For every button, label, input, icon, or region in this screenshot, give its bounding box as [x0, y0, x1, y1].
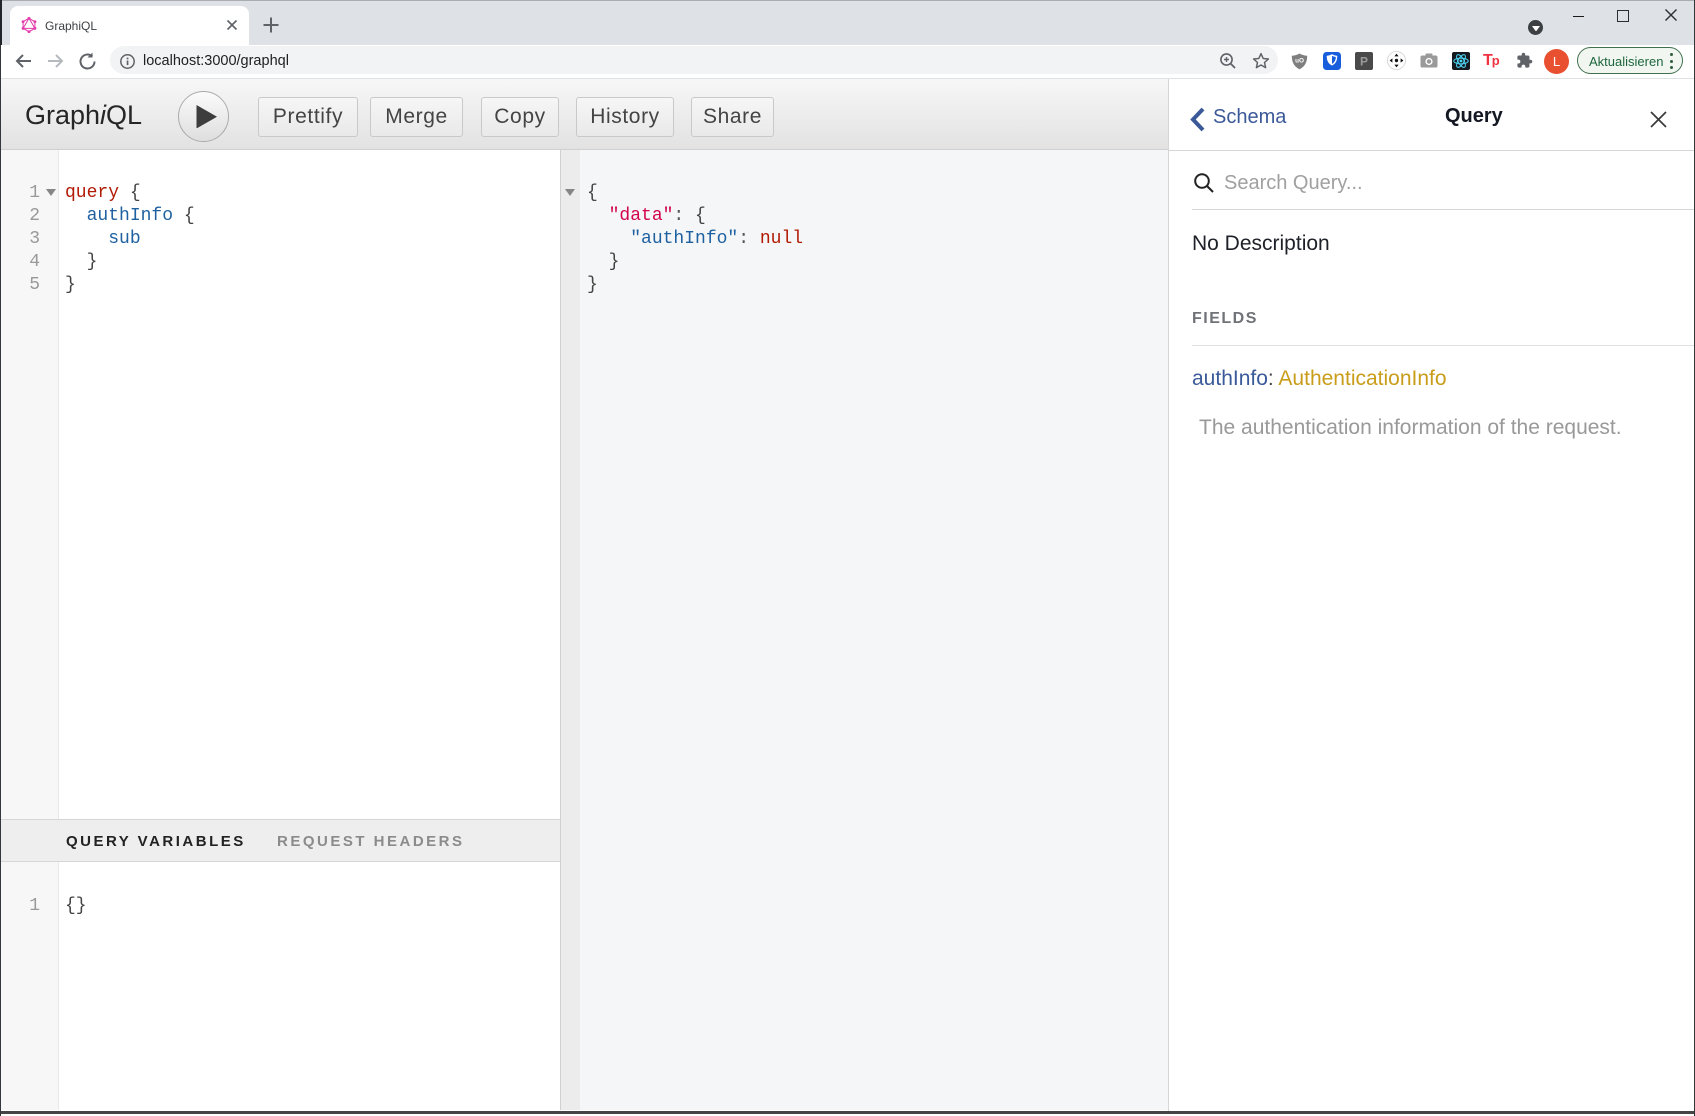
svg-text:uO: uO	[1295, 58, 1304, 65]
svg-text:P: P	[1360, 55, 1368, 69]
